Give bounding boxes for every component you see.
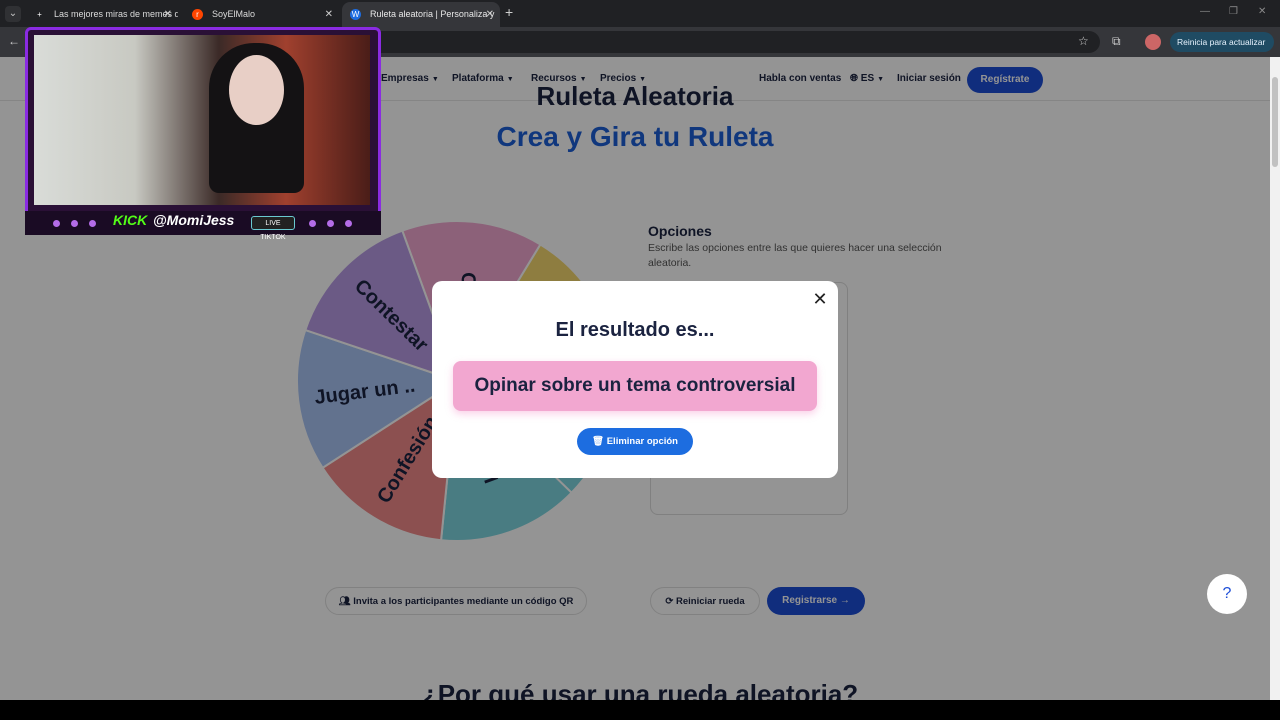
star-icon[interactable]: ☆	[1078, 34, 1089, 48]
streamer-face	[229, 55, 284, 125]
address-bar[interactable]	[360, 31, 1100, 53]
kick-logo: KICK	[113, 212, 148, 228]
tab-ruleta[interactable]: W Ruleta aleatoria | Personaliza y ✕	[342, 2, 500, 27]
tab-bar: ⌄ + Las mejores miras de memes d ✕ r Soy…	[0, 0, 1280, 27]
decor-dot	[309, 220, 316, 227]
update-button[interactable]: Reinicia para actualizar ⋮	[1170, 32, 1274, 67]
decor-dot	[89, 220, 96, 227]
minimize-icon[interactable]: —	[1200, 6, 1210, 17]
delete-label: Eliminar opción	[606, 436, 678, 447]
close-window-icon[interactable]: ✕	[1258, 6, 1266, 17]
wheel-favicon-icon: W	[350, 9, 361, 20]
webcam-video	[34, 35, 370, 205]
reddit-favicon-icon: r	[192, 9, 203, 20]
tab-label: SoyElMalo	[212, 9, 256, 19]
close-tab-icon[interactable]: ✕	[164, 2, 172, 27]
taskbar-strip	[0, 700, 1280, 720]
tab-label: Las mejores miras de memes d	[54, 9, 178, 19]
trash-icon: 🗑︎	[592, 436, 607, 447]
decor-dot	[71, 220, 78, 227]
decor-dot	[327, 220, 334, 227]
decor-dot	[53, 220, 60, 227]
close-tab-icon[interactable]: ✕	[486, 2, 494, 27]
scroll-thumb[interactable]	[1272, 77, 1278, 167]
modal-title: El resultado es...	[555, 319, 715, 341]
streamer-handle: @MomiJess	[153, 212, 235, 228]
extensions-icon[interactable]: ⧉	[1112, 34, 1121, 49]
tab-search-icon[interactable]: ⌄	[5, 6, 21, 22]
update-label: Reinicia para actualizar	[1177, 37, 1266, 47]
webcam-overlay: KICK @MomiJess LIVE TIKTOK	[25, 27, 381, 241]
result-modal: ✕ El resultado es... Opinar sobre un tem…	[432, 281, 838, 478]
result-value: Opinar sobre un tema controversial	[453, 361, 817, 411]
tab-favicon-icon: +	[37, 10, 42, 19]
close-tab-icon[interactable]: ✕	[325, 2, 333, 27]
restore-icon[interactable]: ❐	[1229, 6, 1238, 17]
close-icon[interactable]: ✕	[812, 290, 828, 308]
back-icon[interactable]: ←	[8, 34, 20, 48]
new-tab-button[interactable]: +	[505, 4, 513, 20]
page-scrollbar[interactable]	[1270, 57, 1280, 700]
help-button[interactable]: ?	[1207, 574, 1247, 614]
tab-label: Ruleta aleatoria | Personaliza y	[370, 9, 495, 19]
tab-soyelmalo[interactable]: r SoyElMalo ✕	[184, 2, 339, 27]
delete-option-button[interactable]: 🗑︎ Eliminar opción	[577, 428, 693, 455]
profile-avatar[interactable]	[1145, 34, 1161, 50]
decor-dot	[345, 220, 352, 227]
tiktok-live-badge: LIVE TIKTOK	[251, 216, 295, 241]
tab-memes[interactable]: + Las mejores miras de memes d ✕	[26, 2, 178, 27]
